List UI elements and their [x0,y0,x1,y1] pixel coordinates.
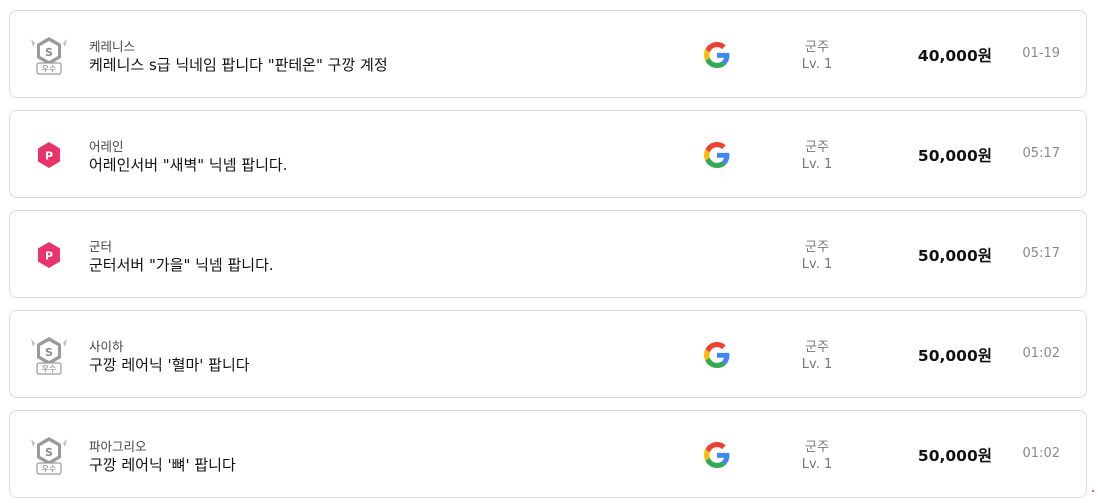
posted-time: 05:17 [1022,146,1060,161]
corner-dot [1092,490,1094,492]
server-name: 어레인 [89,139,124,154]
character-level: Lv. 1 [801,257,833,272]
posted-time: 01:02 [1022,446,1060,461]
server-name: 사이하 [89,339,124,354]
listing-title[interactable]: 구깡 레어닉 '뼈' 팝니다 [89,454,236,475]
character-class: 군주 [805,40,829,55]
badge-text: 우수 [42,465,57,474]
excellent-seller-badge-icon: S 우수 [29,433,69,475]
listing-list: S 우수 케레니스 케레니스 s급 닉네임 팝니다 "판테온" 구깡 계정 군주… [0,0,1098,503]
server-name: 케레니스 [89,39,136,54]
svg-text:P: P [45,150,53,163]
listing-card[interactable]: S 우수 케레니스 케레니스 s급 닉네임 팝니다 "판테온" 구깡 계정 군주… [9,10,1087,98]
price: 50,000원 [917,347,992,365]
character-level: Lv. 1 [801,457,833,472]
character-class: 군주 [805,240,829,255]
svg-text:S: S [45,446,53,459]
posted-time: 01-19 [1022,46,1060,61]
listing-title[interactable]: 어레인서버 "새벽" 닉넴 팝니다. [89,154,287,175]
excellent-seller-badge-icon: S 우수 [29,333,69,375]
posted-time: 01:02 [1022,346,1060,361]
listing-card[interactable]: P 어레인 어레인서버 "새벽" 닉넴 팝니다. 군주 Lv. 1 50,000… [9,110,1087,198]
svg-text:S: S [45,346,53,359]
svg-text:P: P [45,250,53,263]
character-class: 군주 [805,440,829,455]
listing-card[interactable]: P 군터 군터서버 "가을" 닉넴 팝니다. 군주 Lv. 1 50,000원 … [9,210,1087,298]
listing-card[interactable]: S 우수 사이하 구깡 레어닉 '혈마' 팝니다 군주 Lv. 1 50,000… [9,310,1087,398]
character-level: Lv. 1 [801,357,833,372]
badge-text: 우수 [42,365,57,374]
server-name: 군터 [89,239,113,254]
listing-title[interactable]: 구깡 레어닉 '혈마' 팝니다 [89,354,250,375]
price: 40,000원 [917,47,992,65]
server-name: 파아그리오 [89,439,147,454]
google-icon [704,342,730,368]
badge-text: 우수 [42,65,57,74]
character-class: 군주 [805,140,829,155]
google-icon [704,142,730,168]
character-level: Lv. 1 [801,157,833,172]
excellent-seller-badge-icon: S 우수 [29,33,69,75]
listing-title[interactable]: 케레니스 s급 닉네임 팝니다 "판테온" 구깡 계정 [89,54,388,75]
price: 50,000원 [917,247,992,265]
google-icon [704,442,730,468]
power-seller-badge-icon: P [29,133,69,175]
svg-text:S: S [45,46,53,59]
posted-time: 05:17 [1022,246,1060,261]
character-class: 군주 [805,340,829,355]
character-level: Lv. 1 [801,57,833,72]
price: 50,000원 [917,447,992,465]
power-seller-badge-icon: P [29,233,69,275]
google-icon [704,42,730,68]
price: 50,000원 [917,147,992,165]
listing-card[interactable]: S 우수 파아그리오 구깡 레어닉 '뼈' 팝니다 군주 Lv. 1 50,00… [9,410,1087,498]
listing-title[interactable]: 군터서버 "가을" 닉넴 팝니다. [89,254,274,275]
